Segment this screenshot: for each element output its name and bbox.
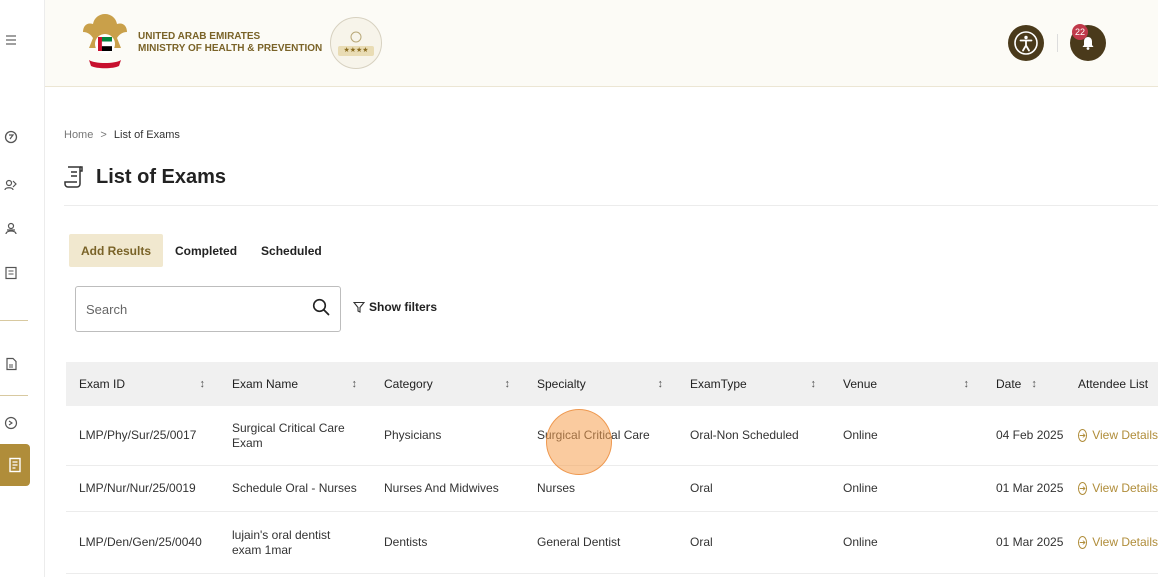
cell-category: Nurses And Midwives: [384, 481, 499, 495]
cell-date: 04 Feb 2025: [996, 428, 1064, 442]
table-row[interactable]: LMP/Nur/Nur/25/0019 Schedule Oral - Nurs…: [66, 466, 1158, 512]
accessibility-icon: [1014, 31, 1038, 55]
cell-date: 01 Mar 2025: [996, 535, 1064, 549]
page-title: List of Exams: [64, 165, 226, 189]
cell-exam-type: Oral-Non Scheduled: [690, 428, 799, 442]
sort-icon[interactable]: ↕: [658, 377, 664, 392]
view-details-label: View Details: [1092, 481, 1158, 495]
cell-exam-type: Oral: [690, 481, 713, 495]
sort-icon[interactable]: ↕: [1031, 377, 1037, 392]
view-details-label: View Details: [1092, 428, 1158, 442]
sort-icon[interactable]: ↕: [964, 377, 970, 392]
column-label: Venue: [843, 376, 878, 391]
column-header-exam-type[interactable]: ExamType ↕: [677, 377, 830, 392]
sort-icon[interactable]: ↕: [505, 377, 511, 392]
column-header-exam-id[interactable]: Exam ID ↕: [66, 377, 219, 392]
uae-emblem-logo: [81, 10, 129, 70]
ministry-name: UNITED ARAB EMIRATES MINISTRY OF HEALTH …: [138, 31, 322, 55]
header-divider: [1057, 34, 1058, 52]
breadcrumb: Home > List of Exams: [64, 129, 180, 141]
tab-add-results[interactable]: Add Results: [69, 234, 164, 267]
column-header-venue[interactable]: Venue ↕: [830, 377, 983, 392]
history-icon[interactable]: [2, 414, 20, 432]
notification-count-badge: 22: [1072, 24, 1088, 40]
view-details-link[interactable]: ➔ View Details: [1065, 428, 1158, 443]
cell-exam-name: Schedule Oral - Nurses: [232, 481, 357, 495]
breadcrumb-separator: >: [100, 129, 107, 141]
column-label: Exam ID: [79, 376, 126, 391]
breadcrumb-home[interactable]: Home: [64, 129, 93, 141]
breadcrumb-current: List of Exams: [113, 129, 180, 141]
rail-divider: [0, 320, 28, 321]
ministry-line1: UNITED ARAB EMIRATES: [138, 31, 261, 42]
column-label: Date: [996, 376, 1022, 391]
cell-exam-id: LMP/Nur/Nur/25/0019: [79, 481, 196, 495]
sort-icon[interactable]: ↕: [352, 377, 358, 392]
cell-exam-id: LMP/Den/Gen/25/0040: [79, 535, 202, 549]
title-divider: [64, 205, 1158, 206]
table-row[interactable]: LMP/Den/Gen/25/0040 lujain's oral dentis…: [66, 512, 1158, 574]
file-icon[interactable]: [2, 355, 20, 373]
tab-completed[interactable]: Completed: [163, 234, 249, 267]
search-icon[interactable]: [312, 298, 330, 321]
search-input[interactable]: [86, 301, 286, 317]
left-sidebar: [0, 0, 45, 577]
app-page: UNITED ARAB EMIRATES MINISTRY OF HEALTH …: [0, 0, 1158, 577]
table-row[interactable]: LMP/Phy/Sur/25/0017 Surgical Critical Ca…: [66, 406, 1158, 466]
cell-venue: Online: [843, 428, 878, 442]
table-header: Exam ID ↕ Exam Name ↕ Category ↕ Specialty ↕…: [66, 362, 1158, 406]
star-rating-seal: ★★★★: [330, 17, 382, 69]
arrow-right-icon: ➔: [1078, 429, 1088, 442]
cell-exam-type: Oral: [690, 535, 713, 549]
rail-divider: [0, 395, 28, 396]
arrow-right-icon: ➔: [1078, 536, 1088, 549]
menu-icon[interactable]: [2, 31, 20, 49]
dashboard-icon[interactable]: [2, 128, 20, 146]
filter-icon: [353, 301, 365, 313]
cell-venue: Online: [843, 535, 878, 549]
arrow-right-icon: ➔: [1078, 482, 1088, 495]
column-label: ExamType: [690, 376, 747, 391]
column-header-exam-name[interactable]: Exam Name ↕: [219, 377, 371, 392]
cell-category: Physicians: [384, 428, 442, 442]
column-header-category[interactable]: Category ↕: [371, 377, 524, 392]
exam-list-icon: [64, 166, 83, 188]
cell-exam-name: Surgical Critical Care Exam: [232, 420, 345, 450]
exam-status-tabs: Add Results Completed Scheduled: [69, 234, 334, 267]
view-details-link[interactable]: ➔ View Details: [1065, 481, 1158, 496]
users-icon[interactable]: [2, 176, 20, 194]
cell-specialty: General Dentist: [537, 535, 621, 549]
search-box: [75, 286, 341, 332]
column-label: Attendee List: [1078, 376, 1149, 391]
ministry-line2: MINISTRY OF HEALTH & PREVENTION: [138, 43, 323, 54]
group-icon[interactable]: [2, 220, 20, 238]
show-filters-label: Show filters: [369, 300, 438, 314]
column-header-date[interactable]: Date ↕: [983, 377, 1065, 392]
cell-category: Dentists: [384, 535, 428, 549]
sidebar-item-exams[interactable]: [0, 444, 30, 486]
cell-date: 01 Mar 2025: [996, 481, 1064, 495]
exams-table: Exam ID ↕ Exam Name ↕ Category ↕ Specialty ↕…: [66, 362, 1158, 574]
column-header-attendee-list: Attendee List: [1065, 377, 1158, 392]
column-header-specialty[interactable]: Specialty ↕: [524, 377, 677, 392]
cell-exam-name: lujain's oral dentist exam 1mar: [232, 527, 331, 557]
tab-scheduled[interactable]: Scheduled: [249, 234, 334, 267]
sort-icon[interactable]: ↕: [200, 377, 206, 392]
show-filters-button[interactable]: Show filters: [353, 300, 437, 314]
top-header: UNITED ARAB EMIRATES MINISTRY OF HEALTH …: [45, 0, 1158, 87]
document-icon[interactable]: [2, 264, 20, 282]
sort-icon[interactable]: ↕: [811, 377, 817, 392]
column-label: Specialty: [537, 376, 586, 391]
cell-venue: Online: [843, 481, 878, 495]
exam-list-icon: [9, 457, 21, 473]
cell-specialty: Surgical Critical Care: [537, 428, 650, 442]
accessibility-button[interactable]: [1008, 25, 1044, 61]
view-details-label: View Details: [1092, 535, 1158, 549]
column-label: Exam Name: [232, 376, 299, 391]
cell-specialty: Nurses: [537, 481, 576, 495]
cell-exam-id: LMP/Phy/Sur/25/0017: [79, 428, 197, 442]
column-label: Category: [384, 376, 433, 391]
page-title-text: List of Exams: [96, 165, 227, 188]
view-details-link[interactable]: ➔ View Details: [1065, 535, 1158, 550]
